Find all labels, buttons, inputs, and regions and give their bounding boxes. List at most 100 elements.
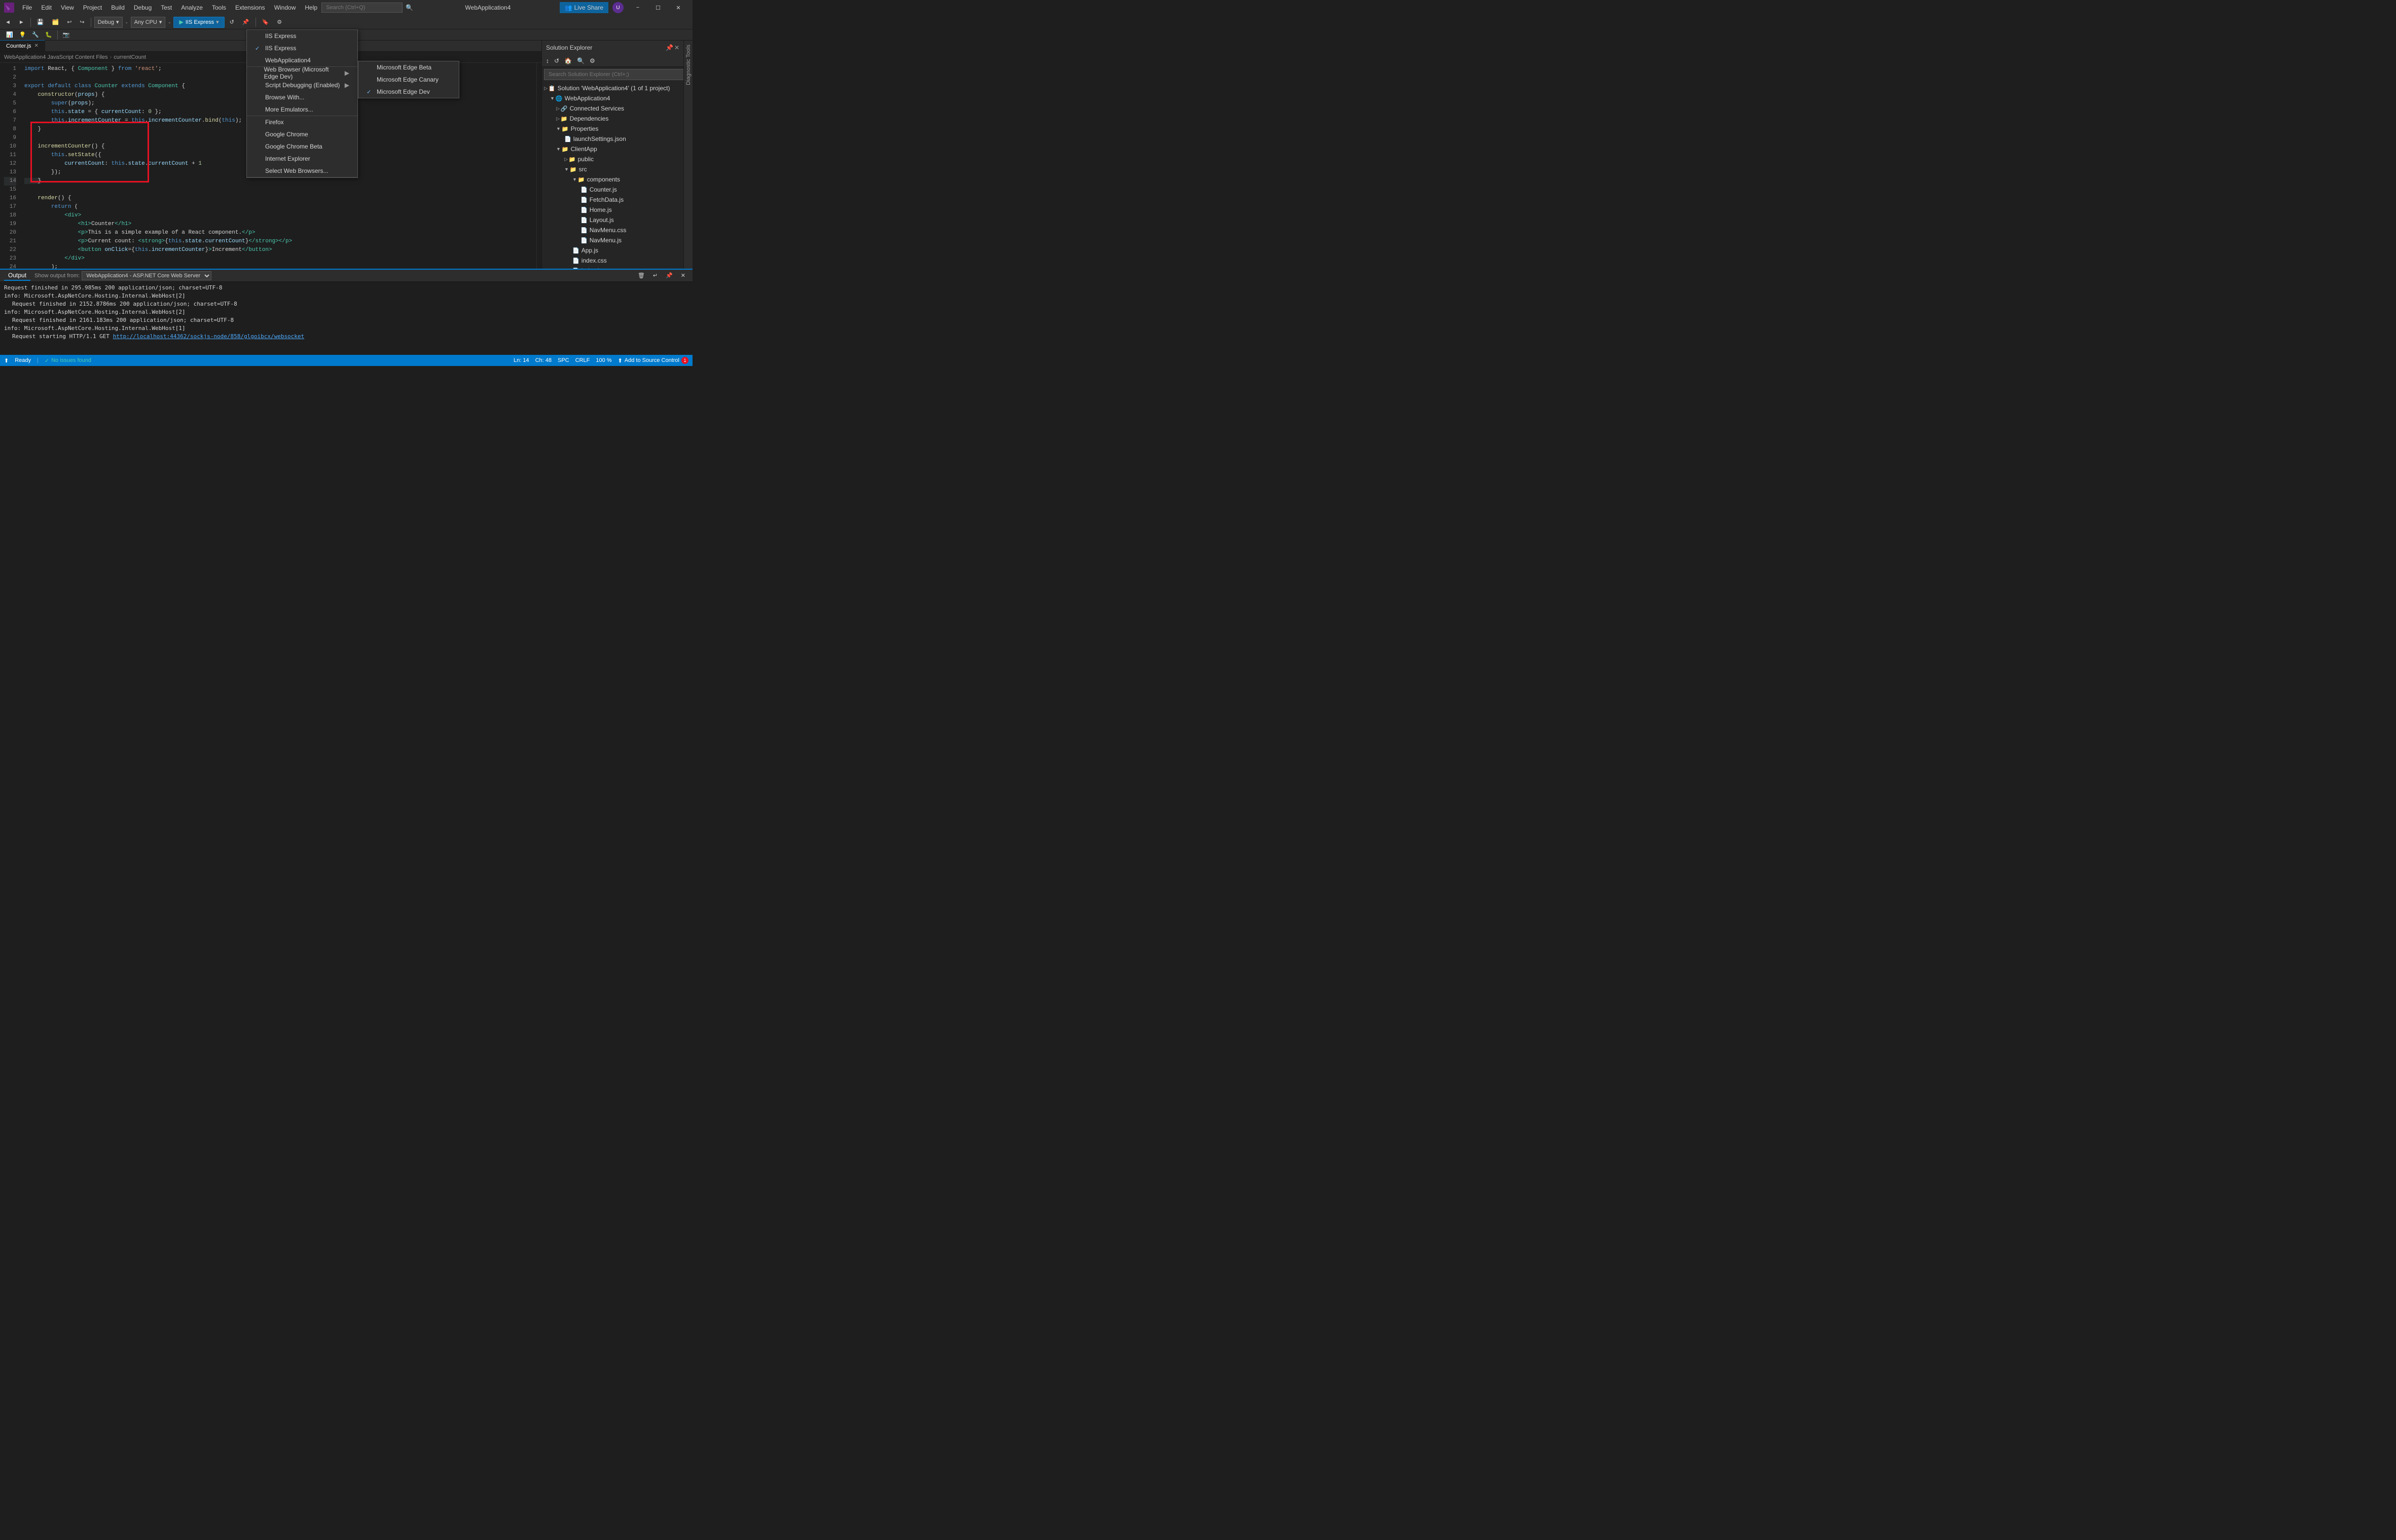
- firefox-item[interactable]: Firefox: [247, 116, 357, 128]
- menu-tools[interactable]: Tools: [208, 2, 230, 13]
- src-arrow: ▼: [564, 167, 569, 172]
- refresh-button[interactable]: ↺: [227, 17, 237, 28]
- props-arrow: ▼: [556, 126, 561, 131]
- chrome-item[interactable]: Google Chrome: [247, 128, 357, 140]
- tree-project[interactable]: ▼ 🌐 WebApplication4: [542, 93, 683, 103]
- browse-with-item[interactable]: Browse With...: [247, 91, 357, 103]
- output-word-wrap-btn[interactable]: ↵: [650, 270, 661, 281]
- tree-counter-js[interactable]: 📄 Counter.js: [542, 185, 683, 195]
- se-settings-icon[interactable]: ⚙: [588, 56, 597, 65]
- menu-view[interactable]: View: [57, 2, 78, 13]
- chrome-beta-item[interactable]: Google Chrome Beta: [247, 140, 357, 153]
- menu-build[interactable]: Build: [107, 2, 129, 13]
- minimize-button[interactable]: −: [628, 0, 648, 15]
- tree-fetchdata-js[interactable]: 📄 FetchData.js: [542, 195, 683, 205]
- menu-window[interactable]: Window: [270, 2, 300, 13]
- save-button[interactable]: 💾: [34, 17, 47, 28]
- platform-dropdown[interactable]: Any CPU ▾: [131, 17, 166, 28]
- maximize-button[interactable]: ☐: [648, 0, 668, 15]
- tree-connected-services[interactable]: ▷ 🔗 Connected Services: [542, 103, 683, 114]
- debug-config-dropdown[interactable]: Debug ▾: [94, 17, 123, 28]
- webapp4-item[interactable]: WebApplication4: [247, 54, 357, 66]
- menu-help[interactable]: Help: [301, 2, 321, 13]
- save-all-button[interactable]: 🗂️: [49, 17, 62, 28]
- tree-launch-settings[interactable]: 📄 launchSettings.json: [542, 134, 683, 144]
- forward-button[interactable]: ►: [16, 17, 27, 28]
- tools-button[interactable]: ⚙: [274, 17, 285, 28]
- se-filter-icon[interactable]: 🔍: [575, 56, 587, 65]
- bookmark-button[interactable]: 🔖: [259, 17, 272, 28]
- close-button[interactable]: ✕: [668, 0, 688, 15]
- menu-file[interactable]: File: [18, 2, 36, 13]
- tree-clientapp[interactable]: ▼ 📁 ClientApp: [542, 144, 683, 154]
- output-clear-btn[interactable]: 🗑: [635, 270, 648, 281]
- se-sync-icon[interactable]: ↕: [544, 56, 551, 65]
- more-emulators-item[interactable]: More Emulators...: [247, 103, 357, 116]
- cpu-icon[interactable]: 🔧: [30, 30, 41, 39]
- tree-properties[interactable]: ▼ 📁 Properties: [542, 124, 683, 134]
- se-home-icon[interactable]: 🏠: [562, 56, 574, 65]
- solution-explorer-search[interactable]: [544, 69, 685, 80]
- iis-express-item-1[interactable]: IIS Express: [247, 30, 357, 42]
- output-pin-btn[interactable]: 📌: [663, 270, 676, 281]
- snap-icon[interactable]: 📷: [61, 30, 72, 39]
- menu-edit[interactable]: Edit: [37, 2, 56, 13]
- tree-layout-js[interactable]: 📄 Layout.js: [542, 215, 683, 225]
- run-button[interactable]: ▶ IIS Express ▾: [173, 17, 224, 28]
- tree-solution[interactable]: ▷ 📋 Solution 'WebApplication4' (1 of 1 p…: [542, 83, 683, 93]
- title-search-input[interactable]: [321, 3, 403, 13]
- iis-express-item-2[interactable]: ✓ IIS Express: [247, 42, 357, 54]
- tree-dependencies[interactable]: ▷ 📁 Dependencies: [542, 114, 683, 124]
- web-browser-item[interactable]: Web Browser (Microsoft Edge Dev) ▶: [247, 67, 357, 79]
- tree-components[interactable]: ▼ 📁 components: [542, 174, 683, 185]
- edge-dev-item[interactable]: ✓ Microsoft Edge Dev: [358, 86, 459, 98]
- menu-extensions[interactable]: Extensions: [231, 2, 269, 13]
- tree-home-js[interactable]: 📄 Home.js: [542, 205, 683, 215]
- menu-debug[interactable]: Debug: [130, 2, 156, 13]
- menu-test[interactable]: Test: [157, 2, 176, 13]
- output-tab[interactable]: Output: [4, 271, 30, 281]
- output-close-btn[interactable]: ✕: [678, 270, 688, 281]
- output-line-4: info: Microsoft.AspNetCore.Hosting.Inter…: [4, 308, 688, 316]
- source-control-label: Add to Source Control: [625, 357, 679, 363]
- menu-project[interactable]: Project: [79, 2, 106, 13]
- undo-button[interactable]: ↩: [64, 17, 75, 28]
- breadcrumb-path: WebApplication4 JavaScript Content Files: [4, 54, 108, 60]
- source-control-button[interactable]: ⬆ Add to Source Control 1: [618, 357, 688, 364]
- se-pin-icon[interactable]: 📌: [666, 44, 673, 51]
- navmenu-js-label: NavMenu.js: [590, 237, 622, 244]
- tree-public[interactable]: ▷ 📁 public: [542, 154, 683, 164]
- index-css-label: index.css: [582, 257, 607, 264]
- ie-item[interactable]: Internet Explorer: [247, 153, 357, 165]
- live-share-button[interactable]: 👥 Live Share: [560, 2, 608, 13]
- diagnostic-tools-label[interactable]: Diagnostic Tools: [685, 43, 692, 87]
- tree-index-css[interactable]: 📄 index.css: [542, 255, 683, 266]
- tree-navmenu-js[interactable]: 📄 NavMenu.js: [542, 235, 683, 245]
- tab-close-icon[interactable]: ✕: [34, 43, 39, 49]
- output-link[interactable]: http://localhost:44362/sockjs-node/858/g…: [113, 333, 305, 340]
- webapp4-label: WebApplication4: [265, 57, 311, 64]
- select-web-browsers-item[interactable]: Select Web Browsers...: [247, 165, 357, 177]
- edge-beta-item[interactable]: Microsoft Edge Beta: [358, 61, 459, 74]
- mem-icon[interactable]: 💡: [17, 30, 28, 39]
- tree-navmenu-css[interactable]: 📄 NavMenu.css: [542, 225, 683, 235]
- tree-index-js[interactable]: 📄 index.js: [542, 266, 683, 269]
- edge-canary-item[interactable]: Microsoft Edge Canary: [358, 74, 459, 86]
- perf-icon[interactable]: 📊: [4, 30, 15, 39]
- tree-app-js[interactable]: 📄 App.js: [542, 245, 683, 255]
- output-source-dropdown[interactable]: WebApplication4 - ASP.NET Core Web Serve…: [82, 271, 211, 280]
- git-branch-icon: ⬆: [4, 357, 9, 364]
- back-button[interactable]: ◄: [2, 17, 14, 28]
- dbg-icon[interactable]: 🐛: [43, 30, 54, 39]
- attach-button[interactable]: 📌: [239, 17, 252, 28]
- title-bar: File Edit View Project Build Debug Test …: [0, 0, 693, 15]
- menu-analyze[interactable]: Analyze: [177, 2, 207, 13]
- line-info: Ln: 14: [514, 357, 529, 363]
- tree-src[interactable]: ▼ 📁 src: [542, 164, 683, 174]
- se-close-icon[interactable]: ✕: [674, 44, 679, 51]
- redo-button[interactable]: ↪: [77, 17, 87, 28]
- ec-label: Microsoft Edge Canary: [377, 76, 439, 83]
- se-refresh-icon[interactable]: ↺: [552, 56, 561, 65]
- script-debug-item[interactable]: Script Debugging (Enabled) ▶: [247, 79, 357, 91]
- tab-counter-js[interactable]: Counter.js ✕: [0, 40, 45, 51]
